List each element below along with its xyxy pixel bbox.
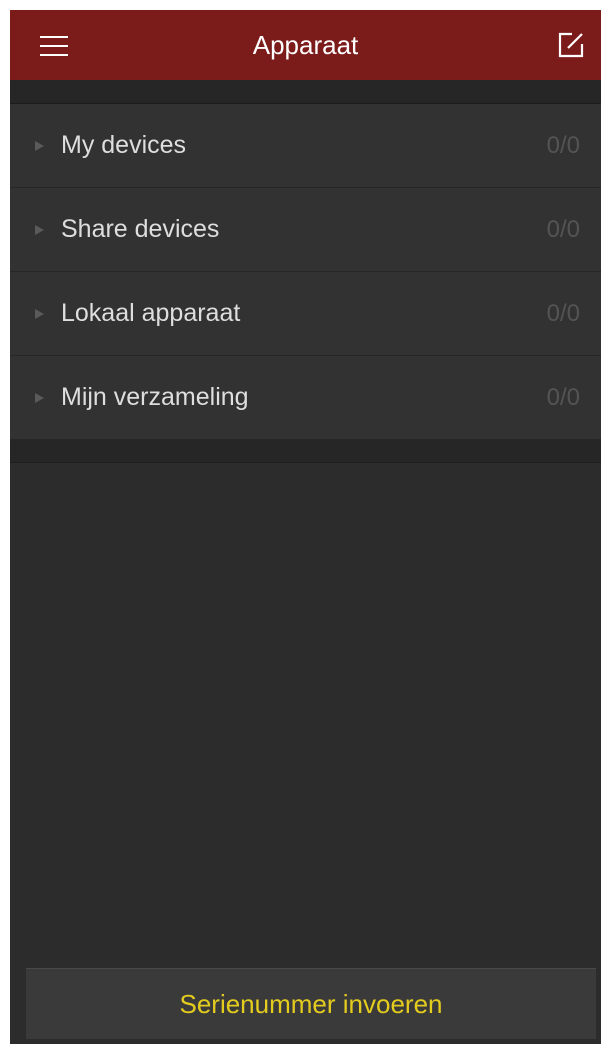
group-row-my-collection[interactable]: Mijn verzameling 0/0 [10, 356, 601, 440]
expand-arrow-icon [35, 225, 44, 235]
bottom-separator-band [10, 440, 601, 463]
expand-arrow-icon [35, 309, 44, 319]
edit-icon[interactable] [557, 31, 585, 59]
group-label: Mijn verzameling [61, 383, 249, 411]
group-label: Share devices [61, 215, 220, 243]
group-label: My devices [61, 131, 187, 159]
group-count: 0/0 [546, 132, 580, 159]
expand-arrow-icon [35, 141, 44, 151]
group-count: 0/0 [546, 216, 580, 243]
group-count: 0/0 [546, 300, 580, 327]
page-title: Apparaat [252, 30, 359, 60]
enter-serial-number-button[interactable]: Serienummer invoeren [26, 968, 596, 1039]
group-count: 0/0 [546, 384, 580, 411]
app-header: Apparaat [10, 10, 601, 80]
expand-arrow-icon [35, 393, 44, 403]
group-row-local-device[interactable]: Lokaal apparaat 0/0 [10, 272, 601, 356]
device-screen: Apparaat My devices 0/0 Share devices 0/… [10, 10, 601, 1044]
group-label: Lokaal apparaat [61, 299, 241, 327]
group-row-share-devices[interactable]: Share devices 0/0 [10, 188, 601, 272]
top-separator-band [10, 80, 601, 104]
group-row-my-devices[interactable]: My devices 0/0 [10, 104, 601, 188]
device-group-list: My devices 0/0 Share devices 0/0 Lokaal … [10, 104, 601, 440]
